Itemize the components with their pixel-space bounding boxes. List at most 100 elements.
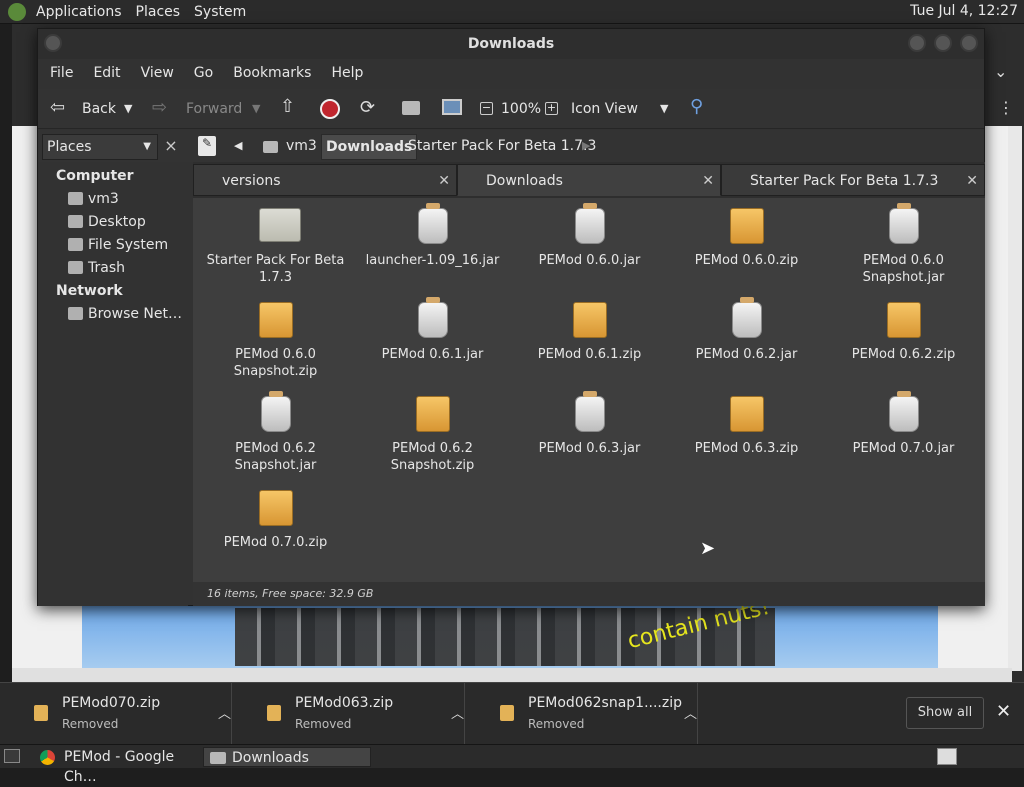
folder-icon [258,208,301,248]
file-item[interactable]: launcher-1.09_16.jar [354,203,511,269]
file-item[interactable]: PEMod 0.6.3.zip [668,396,825,457]
chrome-more-icon[interactable]: ⋮ [998,98,1014,117]
bottom-panel: PEMod - Google Ch… Downloads [0,744,1024,785]
computer-icon[interactable] [442,99,462,115]
download-item[interactable]: PEMod062snap1....zip Removed ︿ [466,683,698,745]
reload-icon[interactable]: ⟳ [360,97,375,118]
back-history-dropdown-icon[interactable]: ▼ [124,89,132,129]
breadcrumb-downloads[interactable]: Downloads [321,134,418,160]
task-downloads[interactable]: Downloads [203,747,371,767]
sidebar-item-trash[interactable]: Trash [68,260,125,276]
sidebar-item-vm3[interactable]: vm3 [68,191,119,207]
menu-applications[interactable]: Applications [36,4,122,20]
up-arrow-icon[interactable]: ⇧ [280,96,295,117]
tab-close-icon[interactable]: ✕ [702,165,714,197]
sidebar-places-select[interactable]: Places ▼ [42,134,158,160]
top-panel: Applications Places System Tue Jul 4, 12… [0,0,1024,24]
file-item[interactable]: PEMod 0.6.2.jar [668,297,825,363]
file-item[interactable]: PEMod 0.6.3.jar [511,391,668,457]
stop-icon[interactable] [320,99,340,119]
view-mode-select[interactable]: Icon View [571,89,638,129]
search-icon[interactable]: ⚲ [690,96,703,117]
menu-go[interactable]: Go [194,65,213,81]
chevron-up-icon[interactable]: ︿ [451,703,464,722]
chevron-up-icon[interactable]: ︿ [218,703,231,722]
file-item[interactable]: PEMod 0.6.0.jar [511,203,668,269]
zoom-in-icon[interactable]: + [545,102,558,115]
zoom-out-icon[interactable]: − [480,102,493,115]
file-item[interactable]: PEMod 0.6.2.zip [825,302,982,363]
window-title: Downloads [467,36,555,52]
sidebar-close-button[interactable]: × [162,136,180,156]
file-item[interactable]: PEMod 0.6.0.zip [668,208,825,269]
tab-close-icon[interactable]: ✕ [966,165,978,197]
breadcrumb-starter-pack[interactable]: Starter Pack For Beta 1.7.3 [404,134,600,160]
window-maximize-button[interactable] [934,34,952,52]
download-item[interactable]: PEMod063.zip Removed ︿ [233,683,465,745]
zip-file-icon [500,705,514,721]
jar-icon [887,203,921,248]
tab-close-icon[interactable]: ✕ [438,165,450,197]
sidebar-item-label: Browse Net… [88,306,183,322]
jar-icon [730,297,764,342]
jar-icon [573,203,607,248]
file-item[interactable]: PEMod 0.6.2 Snapshot.jar [197,391,354,474]
menu-edit[interactable]: Edit [93,65,120,81]
icon-view[interactable]: Starter Pack For Beta 1.7.3 launcher-1.09… [193,198,985,582]
menu-help[interactable]: Help [331,65,363,81]
home-folder-icon[interactable] [402,101,420,115]
workspace-switcher-icon[interactable] [937,748,957,765]
close-icon[interactable]: ✕ [996,701,1011,722]
menu-file[interactable]: File [50,65,73,81]
menu-system[interactable]: System [194,4,246,20]
chrome-menu-icon[interactable]: ⌄ [994,62,1007,81]
menu-bookmarks[interactable]: Bookmarks [233,65,311,81]
window-close-button[interactable] [44,34,62,52]
file-item[interactable]: PEMod 0.6.2 Snapshot.zip [354,396,511,474]
file-item[interactable]: PEMod 0.6.1.zip [511,302,668,363]
file-item[interactable]: PEMod 0.6.1.jar [354,297,511,363]
window-titlebar[interactable]: Downloads [38,29,984,59]
menubar: File Edit View Go Bookmarks Help [38,59,984,87]
chevron-up-icon[interactable]: ︿ [684,703,697,722]
panel-clock[interactable]: Tue Jul 4, 12:27 [910,3,1018,19]
jar-icon [416,297,450,342]
sidebar-item-desktop[interactable]: Desktop [68,214,146,230]
places-select-label: Places [47,139,92,155]
show-desktop-icon[interactable] [4,749,20,763]
menu-view[interactable]: View [141,65,174,81]
file-item[interactable]: PEMod 0.6.0 Snapshot.zip [197,302,354,380]
zip-file-icon [34,705,48,721]
show-all-button[interactable]: Show all [906,697,984,729]
zip-icon [729,208,764,248]
file-name: PEMod 0.6.1.zip [537,347,642,362]
chrome-horizontal-scrollbar[interactable] [12,668,1012,682]
tab-versions[interactable]: versions ✕ [193,164,457,196]
desktop-icon [68,215,83,228]
tab-downloads[interactable]: Downloads ✕ [457,164,721,196]
folder-icon [210,752,226,764]
file-item[interactable]: Starter Pack For Beta 1.7.3 [197,208,354,286]
breadcrumb-left-arrow-icon[interactable]: ◀ [230,134,246,160]
system-logo-icon[interactable] [8,2,26,21]
jar-icon [573,391,607,436]
breadcrumb-vm3[interactable]: vm3 [282,134,321,160]
file-item[interactable]: PEMod 0.6.0 Snapshot.jar [825,203,982,286]
file-name: PEMod 0.6.2.zip [851,347,956,362]
tab-starter-pack[interactable]: Starter Pack For Beta 1.7.3 ✕ [721,164,985,196]
chrome-vertical-scrollbar[interactable] [1008,126,1022,671]
back-arrow-icon[interactable]: ⇦ [50,97,65,118]
window-minimize-button[interactable] [908,34,926,52]
sidebar-item-browse-network[interactable]: Browse Net… [68,306,182,322]
menu-places[interactable]: Places [136,4,181,20]
window-shade-button[interactable] [960,34,978,52]
view-mode-dropdown-icon[interactable]: ▼ [660,89,668,129]
file-item[interactable]: PEMod 0.7.0.zip [197,490,354,551]
task-chrome[interactable]: PEMod - Google Ch… [36,747,202,785]
download-item[interactable]: PEMod070.zip Removed ︿ [0,683,232,745]
file-item[interactable]: PEMod 0.7.0.jar [825,391,982,457]
back-button[interactable]: Back [82,89,116,129]
sidebar-item-file-system[interactable]: File System [68,237,168,253]
location-edit-toggle-icon[interactable]: ✎ [198,136,216,156]
breadcrumb-right-arrow-icon: ▶ [582,139,591,152]
